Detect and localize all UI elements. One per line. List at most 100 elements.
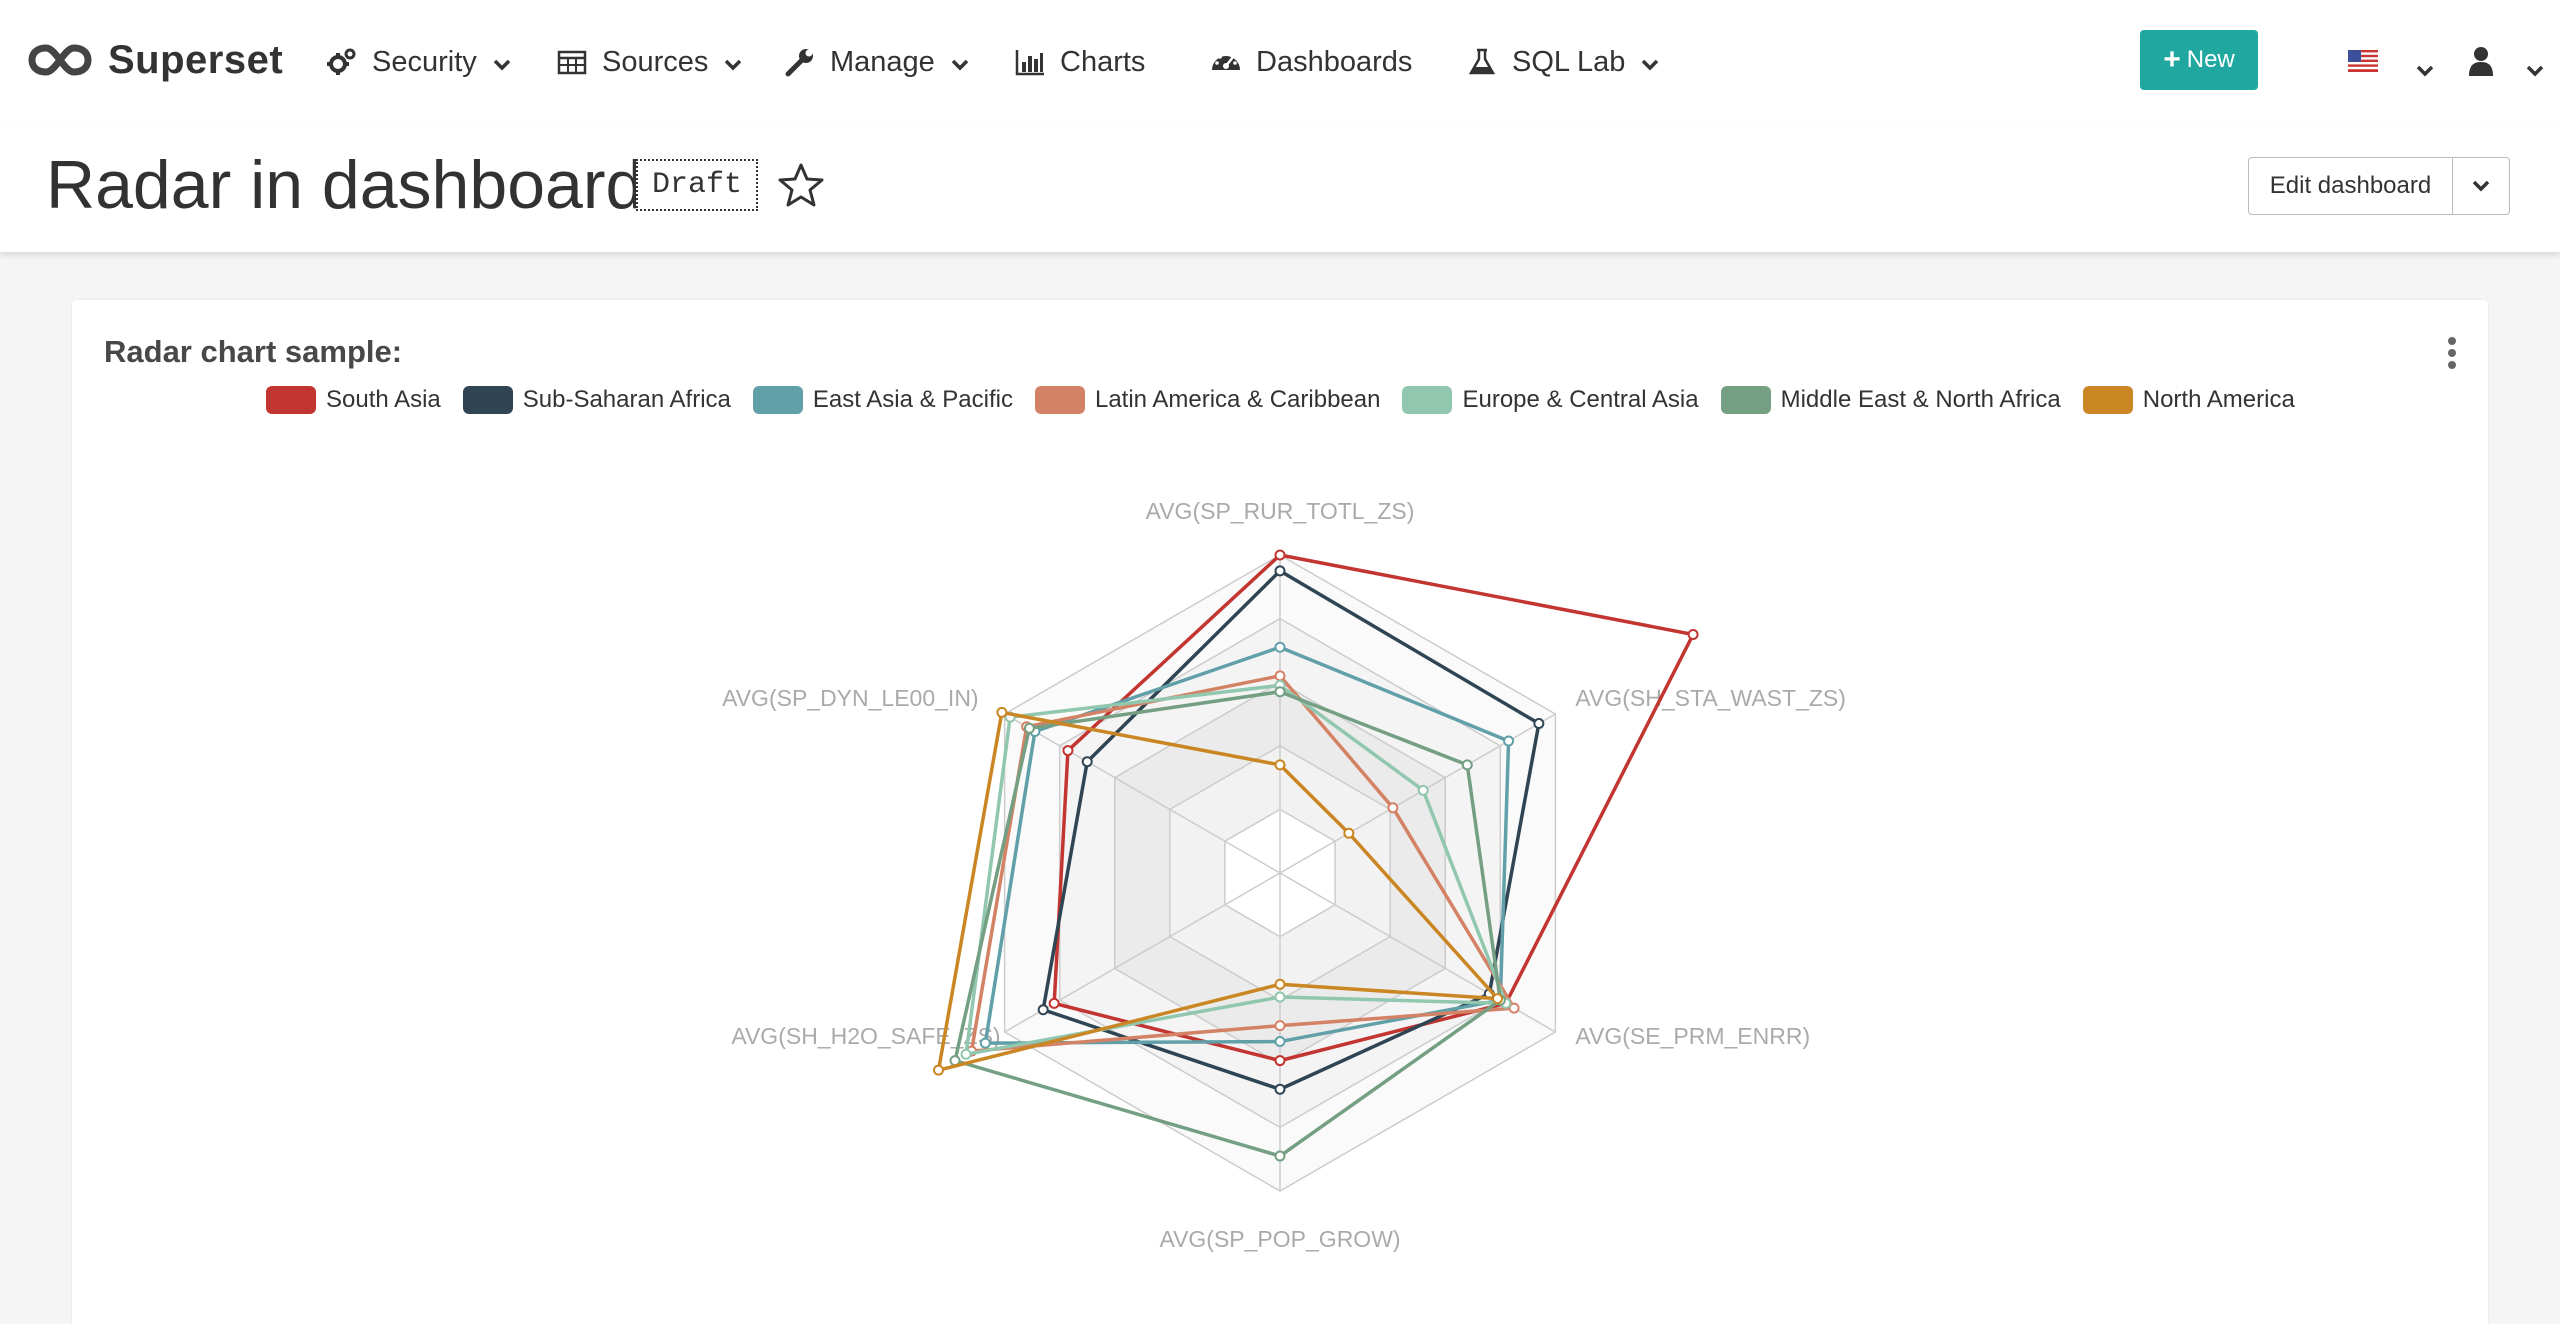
wrench-icon bbox=[785, 49, 813, 77]
legend-label: South Asia bbox=[326, 386, 441, 413]
radar-data-point bbox=[1687, 629, 1699, 640]
legend-item[interactable]: Middle East & North Africa bbox=[1720, 386, 2061, 414]
radar-data-point bbox=[1274, 1055, 1286, 1067]
legend-item[interactable]: South Asia bbox=[266, 386, 441, 414]
legend-item[interactable]: East Asia & Pacific bbox=[752, 386, 1013, 414]
nav-label-manage: Manage bbox=[830, 45, 935, 78]
chevron-down-icon bbox=[725, 59, 742, 71]
language-chevron-down-icon[interactable] bbox=[2414, 60, 2436, 82]
dashboard-title[interactable]: Radar in dashboard bbox=[46, 146, 643, 224]
user-icon[interactable] bbox=[2468, 46, 2494, 76]
radar-data-point bbox=[1274, 991, 1286, 1003]
new-button-label: New bbox=[2186, 46, 2235, 73]
radar-data-point bbox=[1023, 722, 1035, 734]
chart-title: Radar chart sample: bbox=[104, 334, 403, 369]
radar-data-point bbox=[960, 1048, 972, 1060]
edit-dashboard-group: Edit dashboard bbox=[2248, 157, 2510, 215]
radar-data-point bbox=[979, 1037, 991, 1049]
radar-data-point bbox=[1503, 735, 1515, 747]
dashboard-icon bbox=[1212, 52, 1240, 70]
radar-data-point bbox=[1387, 802, 1399, 814]
chevron-down-icon bbox=[951, 59, 969, 71]
radar-data-point bbox=[1461, 759, 1473, 771]
radar-data-point bbox=[1274, 759, 1286, 771]
edit-dashboard-dropdown[interactable] bbox=[2453, 158, 2509, 214]
legend-label: Sub-Saharan Africa bbox=[522, 386, 731, 413]
plus-icon: + bbox=[2163, 43, 2181, 76]
flask-icon bbox=[1468, 48, 1496, 75]
radar-axis-label: AVG(SP_RUR_TOTL_ZS) bbox=[1146, 498, 1415, 524]
legend-swatch bbox=[1720, 386, 1771, 414]
nav-link-dashboards[interactable]: Dashboards bbox=[1210, 36, 1412, 88]
radar-data-point bbox=[1037, 1004, 1049, 1016]
radar-data-point bbox=[1081, 756, 1093, 768]
nav-menu-security[interactable]: Security bbox=[326, 36, 513, 88]
legend-label: East Asia & Pacific bbox=[812, 386, 1013, 413]
top-navbar: Superset Security Sources Manage Charts … bbox=[0, 0, 2560, 124]
radar-axis-label: AVG(SH_STA_WAST_ZS) bbox=[1575, 685, 1846, 711]
brand-name: Superset bbox=[108, 37, 284, 82]
chart-legend: South Asia Sub-Saharan Africa East Asia & … bbox=[266, 384, 2317, 416]
legend-item[interactable]: North America bbox=[2082, 386, 2295, 414]
radar-data-point bbox=[1062, 745, 1074, 757]
radar-data-point bbox=[1274, 549, 1286, 561]
legend-label: Middle East & North Africa bbox=[1780, 386, 2061, 413]
chevron-down-icon bbox=[493, 59, 511, 71]
radar-data-point bbox=[1274, 670, 1286, 682]
user-chevron-down-icon[interactable] bbox=[2524, 60, 2546, 82]
radar-axis-label: AVG(SP_DYN_LE00_IN) bbox=[722, 685, 979, 711]
radar-data-point bbox=[1274, 1083, 1286, 1095]
star-icon[interactable] bbox=[778, 162, 824, 208]
table-icon bbox=[557, 50, 587, 75]
superset-logo-icon bbox=[28, 44, 92, 76]
nav-link-charts[interactable]: Charts bbox=[1014, 36, 1145, 88]
radar-data-point bbox=[1417, 784, 1429, 796]
chart-menu-icon[interactable] bbox=[2440, 334, 2464, 374]
radar-data-point bbox=[1274, 1020, 1286, 1032]
chevron-down-icon bbox=[1642, 59, 1659, 71]
cogs-icon bbox=[327, 48, 356, 75]
chevron-down-icon bbox=[2472, 180, 2490, 192]
bar-chart-icon bbox=[1015, 50, 1044, 76]
radar-axis-label: AVG(SE_PRM_ENRR) bbox=[1575, 1023, 1810, 1049]
radar-data-point bbox=[1343, 827, 1355, 839]
radar-data-point bbox=[1274, 1150, 1286, 1162]
radar-data-point bbox=[1492, 993, 1504, 1005]
nav-label-dashboards: Dashboards bbox=[1256, 45, 1413, 78]
legend-swatch bbox=[752, 386, 803, 414]
nav-menu-sources[interactable]: Sources bbox=[556, 36, 744, 88]
legend-label: North America bbox=[2142, 386, 2295, 413]
nav-label-sources: Sources bbox=[602, 45, 709, 78]
radar-data-point bbox=[1274, 641, 1286, 653]
legend-swatch bbox=[1402, 386, 1453, 414]
nav-menu-sql-lab[interactable]: SQL Lab bbox=[1466, 36, 1661, 88]
radar-axis-label: AVG(SP_POP_GROW) bbox=[1159, 1226, 1400, 1252]
radar-data-point bbox=[1533, 718, 1545, 730]
legend-swatch bbox=[462, 386, 513, 414]
legend-label: Latin America & Caribbean bbox=[1094, 386, 1381, 413]
nav-label-security: Security bbox=[372, 45, 477, 78]
radar-chart: AVG(SP_RUR_TOTL_ZS) AVG(SH_STA_WAST_ZS) AV… bbox=[722, 498, 1846, 1252]
radar-data-point bbox=[1274, 978, 1286, 990]
radar-data-point bbox=[996, 706, 1008, 718]
edit-dashboard-button[interactable]: Edit dashboard bbox=[2249, 158, 2453, 214]
brand-logo-link[interactable]: Superset bbox=[28, 30, 283, 90]
radar-data-point bbox=[1274, 1036, 1286, 1048]
nav-menu-manage[interactable]: Manage bbox=[784, 36, 971, 88]
radar-data-point bbox=[1048, 997, 1060, 1009]
new-button[interactable]: + New bbox=[2140, 30, 2258, 90]
legend-item[interactable]: Latin America & Caribbean bbox=[1034, 386, 1381, 414]
radar-data-point bbox=[933, 1064, 945, 1076]
radar-data-point bbox=[1274, 565, 1286, 577]
radar-data-point bbox=[1274, 686, 1286, 698]
nav-label-sql-lab: SQL Lab bbox=[1512, 45, 1626, 78]
legend-swatch bbox=[1034, 386, 1085, 414]
legend-label: Europe & Central Asia bbox=[1462, 386, 1699, 413]
legend-item[interactable]: Europe & Central Asia bbox=[1402, 386, 1699, 414]
legend-swatch bbox=[2082, 386, 2133, 414]
us-flag-icon[interactable] bbox=[2348, 50, 2378, 72]
draft-badge[interactable]: Draft bbox=[636, 159, 759, 211]
nav-label-charts: Charts bbox=[1060, 45, 1146, 78]
legend-swatch bbox=[266, 386, 316, 414]
legend-item[interactable]: Sub-Saharan Africa bbox=[462, 386, 731, 414]
